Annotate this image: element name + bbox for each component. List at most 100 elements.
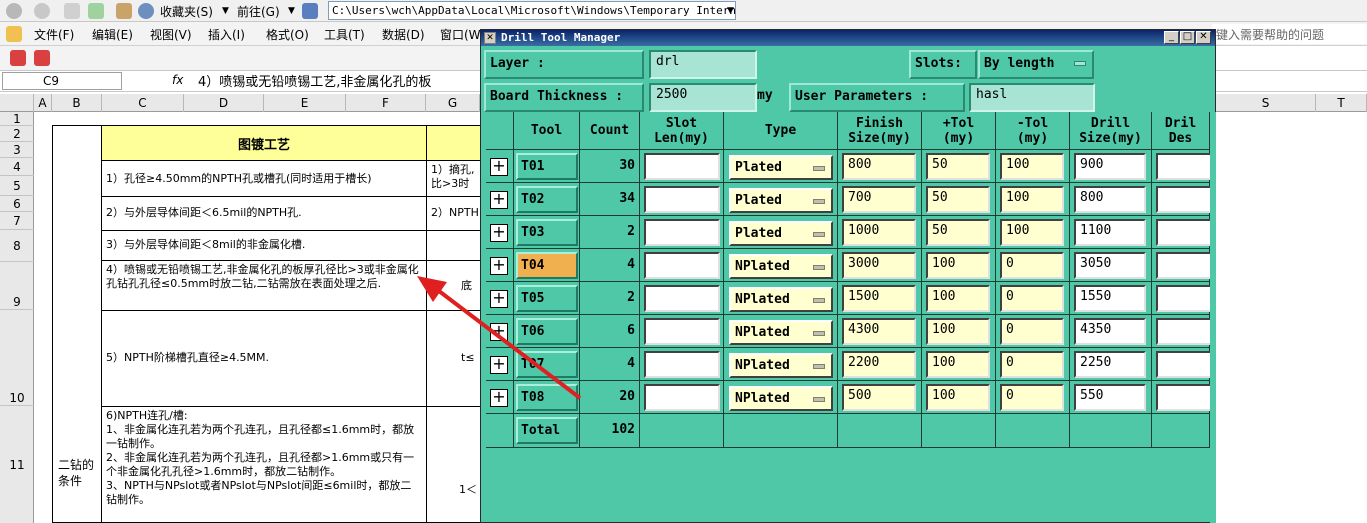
drill-size-input[interactable]: 800 [1074, 186, 1146, 213]
address-dropdown-icon[interactable]: ▼ [727, 6, 734, 16]
col-header[interactable]: B [52, 94, 102, 112]
drill-des-input[interactable] [1156, 318, 1216, 345]
refresh-icon[interactable] [88, 3, 104, 19]
menu-data[interactable]: 数据(D) [382, 26, 425, 43]
type-option-menu[interactable]: NPlated [729, 386, 833, 411]
forward-icon[interactable] [34, 3, 50, 19]
slot-len-input[interactable] [644, 351, 720, 378]
condition-cell[interactable]: 3）与外层导体间距＜8mil的非金属化槽. [101, 230, 427, 261]
layer-field[interactable]: drl [649, 50, 757, 79]
row-number[interactable]: 3 [0, 142, 34, 158]
home-icon[interactable] [116, 3, 132, 19]
drill-size-input[interactable]: 1550 [1074, 285, 1146, 312]
drill-des-input[interactable] [1156, 219, 1216, 246]
type-option-menu[interactable]: Plated [729, 221, 833, 246]
type-option-menu[interactable]: NPlated [729, 353, 833, 378]
drill-des-input[interactable] [1156, 384, 1216, 411]
menu-view[interactable]: 视图(V) [150, 26, 192, 43]
menu-tools[interactable]: 工具(T) [324, 26, 365, 43]
drill-des-input[interactable] [1156, 153, 1216, 180]
tool-button[interactable]: T03 [516, 219, 578, 246]
maximize-icon[interactable]: □ [1180, 31, 1195, 44]
col-header[interactable]: G [426, 94, 480, 112]
drill-size-input[interactable]: 2250 [1074, 351, 1146, 378]
tool-button[interactable]: T02 [516, 186, 578, 213]
slot-len-input[interactable] [644, 285, 720, 312]
plus-tol-input[interactable]: 100 [926, 252, 990, 279]
slot-len-input[interactable] [644, 219, 720, 246]
slots-option[interactable]: By length [978, 50, 1094, 79]
finish-size-input[interactable]: 1000 [842, 219, 916, 246]
favorites-menu[interactable]: 收藏夹(S) [160, 3, 213, 20]
slot-len-input[interactable] [644, 153, 720, 180]
drill-size-input[interactable]: 1100 [1074, 219, 1146, 246]
col-header[interactable]: F [346, 94, 426, 112]
minus-tol-input[interactable]: 100 [1000, 186, 1064, 213]
menu-edit[interactable]: 编辑(E) [92, 26, 133, 43]
minus-tol-input[interactable]: 100 [1000, 153, 1064, 180]
g-cell[interactable]: 1）摘孔, 比>3时 [426, 160, 482, 197]
drill-size-input[interactable]: 900 [1074, 153, 1146, 180]
close-icon[interactable]: ✕ [1196, 31, 1211, 44]
minus-tol-input[interactable]: 0 [1000, 285, 1064, 312]
help-search-box[interactable]: 键入需要帮助的问题 [1212, 24, 1367, 44]
back-icon[interactable] [6, 3, 22, 19]
menu-insert[interactable]: 插入(I) [208, 26, 245, 43]
g-cell[interactable]: 2）NPTH [426, 196, 482, 231]
plus-tol-input[interactable]: 50 [926, 219, 990, 246]
formula-content[interactable]: 4）喷锡或无铅喷锡工艺,非金属化孔的板 [198, 71, 488, 90]
col-header[interactable]: C [102, 94, 184, 112]
drill-des-input[interactable] [1156, 252, 1216, 279]
finish-size-input[interactable]: 2200 [842, 351, 916, 378]
slot-len-input[interactable] [644, 252, 720, 279]
goto-menu[interactable]: 前往(G) [237, 3, 280, 20]
condition-cell[interactable]: 5）NPTH阶梯槽孔直径≥4.5MM. [101, 310, 427, 407]
plus-tol-input[interactable]: 100 [926, 318, 990, 345]
menu-window[interactable]: 窗口(W) [440, 26, 485, 43]
address-bar[interactable]: C:\Users\wch\AppData\Local\Microsoft\Win… [328, 1, 736, 20]
drill-size-input[interactable]: 550 [1074, 384, 1146, 411]
type-option-menu[interactable]: NPlated [729, 254, 833, 279]
expand-icon[interactable]: + [490, 191, 508, 209]
plus-tol-input[interactable]: 50 [926, 153, 990, 180]
minus-tol-input[interactable]: 100 [1000, 219, 1064, 246]
minus-tol-input[interactable]: 0 [1000, 384, 1064, 411]
g-cell[interactable]: 1＜ [426, 406, 482, 523]
slot-len-input[interactable] [644, 186, 720, 213]
row-number[interactable]: 4 [0, 158, 34, 176]
row-number[interactable]: 7 [0, 212, 34, 230]
select-all[interactable] [0, 94, 34, 112]
menu-format[interactable]: 格式(O) [266, 26, 309, 43]
thickness-field[interactable]: 2500 [649, 83, 757, 112]
row-number[interactable]: 8 [0, 230, 34, 262]
tool-button[interactable]: T01 [516, 153, 578, 180]
pdf-convert-icon[interactable] [34, 50, 50, 66]
drill-des-input[interactable] [1156, 351, 1216, 378]
type-option-menu[interactable]: Plated [729, 188, 833, 213]
type-option-menu[interactable]: Plated [729, 155, 833, 180]
user-params-field[interactable]: hasl [969, 83, 1095, 112]
g-cell[interactable] [426, 230, 482, 261]
minus-tol-input[interactable]: 0 [1000, 318, 1064, 345]
finish-size-input[interactable]: 800 [842, 153, 916, 180]
type-option-menu[interactable]: NPlated [729, 287, 833, 312]
row-number[interactable]: 2 [0, 126, 34, 142]
pdf-icon[interactable] [10, 50, 26, 66]
row-number[interactable]: 10 [0, 310, 34, 406]
drill-des-input[interactable] [1156, 285, 1216, 312]
type-option-menu[interactable]: NPlated [729, 320, 833, 345]
page-icon[interactable] [302, 3, 318, 19]
row-number[interactable]: 11 [0, 406, 34, 523]
plus-tol-input[interactable]: 100 [926, 384, 990, 411]
header-cell-g[interactable] [426, 125, 482, 161]
row-number[interactable]: 9 [0, 262, 34, 310]
search-icon[interactable] [138, 3, 154, 19]
name-box[interactable]: C9 [2, 72, 122, 90]
menu-file[interactable]: 文件(F) [34, 26, 74, 43]
expand-icon[interactable]: + [490, 224, 508, 242]
slot-len-input[interactable] [644, 318, 720, 345]
row-number[interactable]: 1 [0, 112, 34, 126]
slot-len-input[interactable] [644, 384, 720, 411]
dialog-title[interactable]: Drill Tool Manager [481, 30, 1215, 46]
plus-tol-input[interactable]: 100 [926, 351, 990, 378]
